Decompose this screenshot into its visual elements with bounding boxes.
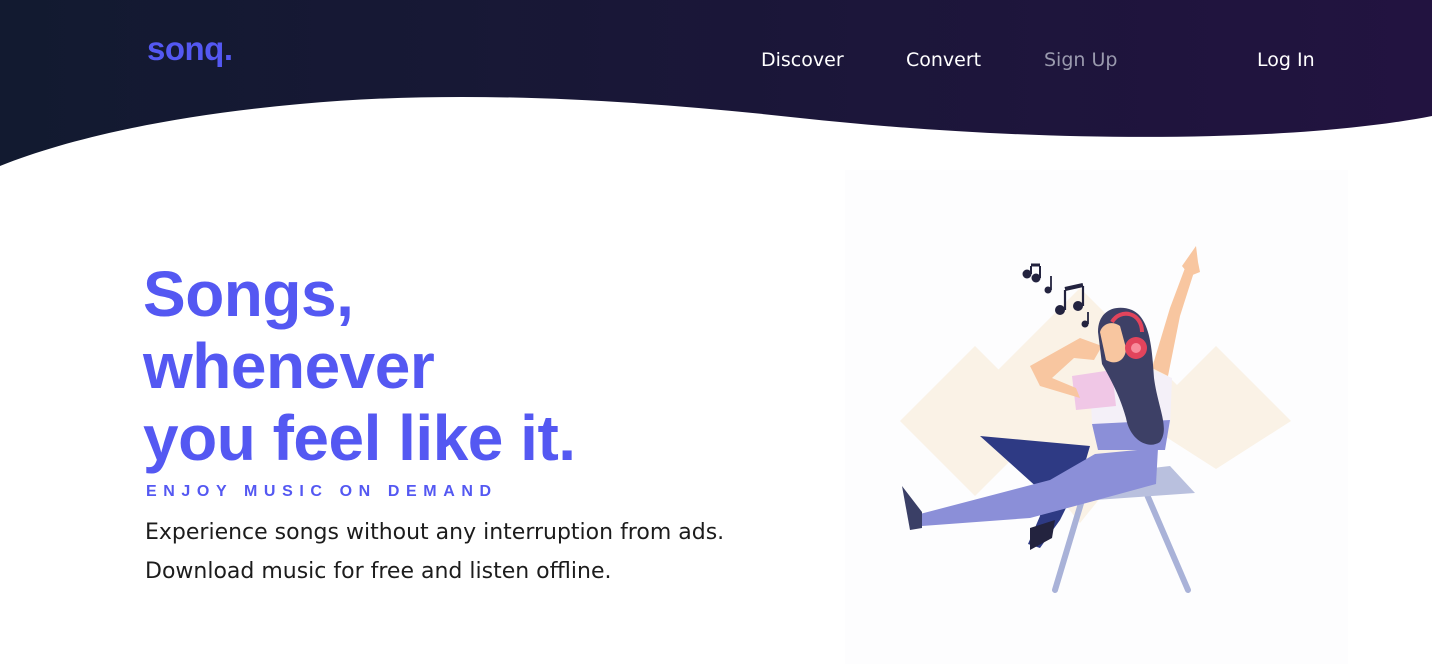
header-wave-background bbox=[0, 0, 1432, 166]
nav-link-log-in[interactable]: Log In bbox=[1257, 48, 1315, 72]
site-logo[interactable]: sonq. bbox=[147, 32, 233, 65]
hero-description-line: Experience songs without any interruptio… bbox=[145, 520, 725, 545]
woman-listening-music-with-headphones-icon bbox=[900, 246, 1291, 593]
nav-link-sign-up[interactable]: Sign Up bbox=[1044, 48, 1117, 72]
nav-link-convert[interactable]: Convert bbox=[906, 48, 981, 72]
landing-page: sonq. Discover Convert Sign Up Log In So… bbox=[0, 0, 1432, 664]
hero-description-line: Download music for free and listen offli… bbox=[145, 559, 612, 584]
hero-title-line: you feel like it. bbox=[143, 402, 576, 474]
hero-title-line: whenever bbox=[143, 330, 435, 402]
nav-link-discover[interactable]: Discover bbox=[761, 48, 844, 72]
hero-title: Songs, whenever you feel like it. bbox=[143, 258, 576, 474]
hero-description: Experience songs without any interruptio… bbox=[145, 513, 724, 591]
hero-tagline: ENJOY MUSIC ON DEMAND bbox=[146, 483, 498, 500]
hero-title-line: Songs, bbox=[143, 258, 354, 330]
